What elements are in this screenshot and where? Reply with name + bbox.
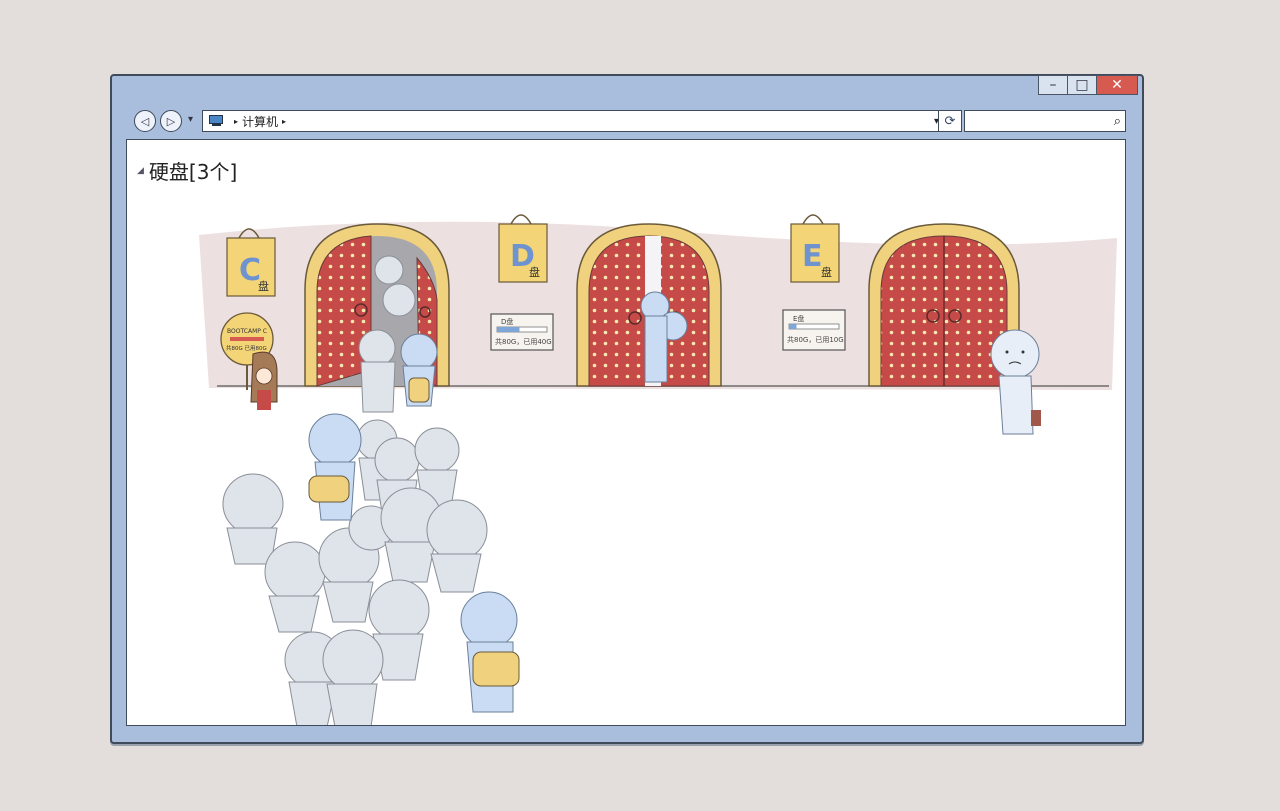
drive-d-plaque-usage: 共80G，已用40G	[495, 337, 552, 346]
close-button[interactable]: ✕	[1096, 75, 1138, 95]
drive-d-plaque-label: D盘	[501, 317, 513, 326]
drive-d-plaque: D盘 共80G，已用40G	[490, 313, 554, 351]
hard-drive-illustration: C 盘 D 盘 E 盘 D盘 共80G，已用40G E盘 共80G，已用10G …	[199, 214, 1117, 725]
breadcrumb-separator-icon[interactable]: ▸	[282, 117, 286, 126]
drive-e-plaque-usage: 共80G，已用10G	[787, 335, 844, 344]
blue-figure-with-bag	[460, 591, 520, 713]
drive-c-tag: C 盘	[226, 228, 276, 297]
bootcamp-sign-line1: BOOTCAMP C	[227, 328, 267, 335]
forward-button[interactable]: ▷	[160, 110, 182, 132]
history-dropdown-icon[interactable]: ▾	[188, 114, 193, 125]
drive-e-tag: E 盘	[790, 214, 840, 283]
drive-e-plaque: E盘 共80G，已用10G	[782, 309, 846, 351]
window-controls: – □ ✕	[1038, 75, 1138, 95]
content-pane: ◢ 硬盘 [3个] C 盘 D 盘 E 盘 D盘 共80G，已用40G E盘 共…	[126, 139, 1126, 726]
explorer-window: – □ ✕ ◁ ▷ ▾ ▸ 计算机 ▸ ▾ ⟳ ⌕ ◢ 硬盘 [3个] C 盘 …	[110, 74, 1144, 744]
back-button[interactable]: ◁	[134, 110, 156, 132]
search-icon[interactable]: ⌕	[1114, 114, 1121, 129]
drive-e-plaque-label: E盘	[793, 314, 804, 323]
drive-d-usage-bar	[497, 327, 520, 332]
refresh-button[interactable]: ⟳	[938, 110, 962, 132]
maximize-button[interactable]: □	[1067, 75, 1097, 95]
blue-figure-with-bag	[308, 413, 362, 521]
bootcamp-sign-line2: 共80G 已用80G	[226, 344, 267, 352]
address-bar[interactable]: ▸ 计算机 ▸ ▾	[202, 110, 944, 132]
breadcrumb-separator-icon[interactable]: ▸	[234, 117, 238, 126]
drive-d-tag: D 盘	[498, 214, 548, 283]
blue-figure-with-bag	[400, 333, 438, 407]
minimize-button[interactable]: –	[1038, 75, 1068, 95]
drive-e-letter: E	[802, 239, 823, 274]
breadcrumb-computer[interactable]: 计算机	[242, 113, 278, 130]
drive-d-tag-suffix: 盘	[529, 265, 540, 279]
drive-e-usage-bar	[789, 324, 797, 329]
computer-icon	[208, 115, 226, 127]
drive-e-tag-suffix: 盘	[821, 265, 832, 279]
search-input[interactable]: ⌕	[964, 110, 1126, 132]
drive-c-tag-suffix: 盘	[258, 279, 269, 293]
